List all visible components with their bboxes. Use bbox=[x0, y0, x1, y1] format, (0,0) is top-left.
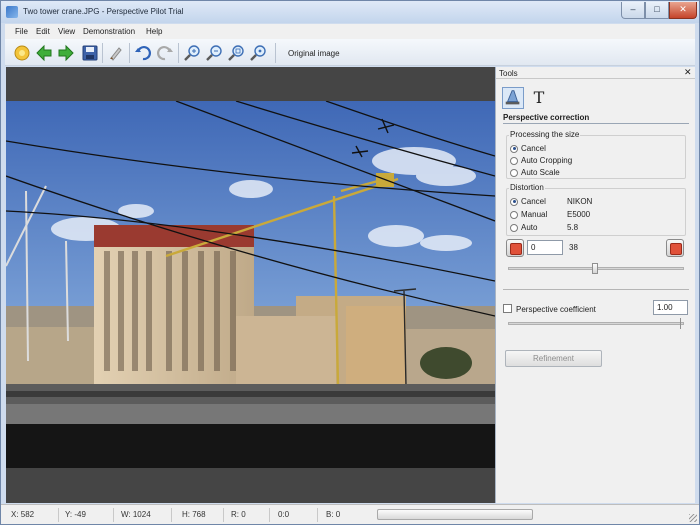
tools-title: Tools bbox=[499, 69, 518, 78]
radio-indicator bbox=[510, 197, 518, 206]
resize-grip-icon[interactable] bbox=[689, 514, 697, 522]
tools-close-icon[interactable]: ✕ bbox=[684, 67, 692, 78]
menu-file[interactable]: File bbox=[15, 27, 28, 36]
processing-size-label: Processing the size bbox=[509, 130, 581, 139]
status-b: B: 0 bbox=[326, 510, 341, 519]
status-y: Y: -49 bbox=[65, 510, 86, 519]
camera-make: NIKON bbox=[567, 197, 593, 206]
radio-indicator bbox=[510, 156, 518, 165]
slider-track bbox=[508, 322, 684, 325]
radio-indicator bbox=[510, 168, 518, 177]
zoom-actual-icon[interactable] bbox=[249, 44, 267, 62]
window-title: Two tower crane.JPG - Perspective Pilot … bbox=[23, 7, 184, 16]
distortion-increase-button[interactable] bbox=[666, 239, 684, 257]
app-window: Two tower crane.JPG - Perspective Pilot … bbox=[0, 0, 700, 525]
processing-auto-scale-radio[interactable]: Auto Scale bbox=[510, 168, 560, 178]
toolbar: Original image bbox=[5, 39, 695, 66]
zoom-out-icon[interactable] bbox=[205, 44, 223, 62]
perspective-coefficient-field[interactable]: 1.00 bbox=[653, 300, 688, 315]
distortion-manual-radio[interactable]: Manual bbox=[510, 210, 547, 220]
distortion-max-value: 38 bbox=[569, 243, 578, 252]
slider-thumb[interactable] bbox=[680, 318, 684, 329]
distortion-cancel-radio[interactable]: Cancel bbox=[510, 197, 546, 207]
original-image-button[interactable]: Original image bbox=[288, 49, 340, 58]
tools-header: Tools ✕ bbox=[496, 67, 695, 79]
processing-size-group: Processing the size Cancel Auto Cropping… bbox=[506, 130, 686, 179]
maximize-button[interactable]: □ bbox=[645, 2, 669, 19]
perspective-coefficient-checkbox[interactable] bbox=[503, 304, 512, 313]
tools-panel: Tools ✕ T Perspective correction Process… bbox=[495, 67, 695, 503]
zoom-fit-icon[interactable] bbox=[227, 44, 245, 62]
image-canvas[interactable] bbox=[6, 67, 495, 503]
status-width: W: 1024 bbox=[121, 510, 151, 519]
radio-label: Auto bbox=[521, 223, 538, 233]
save-icon[interactable] bbox=[81, 44, 99, 62]
radio-label: Auto Cropping bbox=[521, 156, 573, 166]
menu-view[interactable]: View bbox=[58, 27, 75, 36]
perspective-tool-tab[interactable] bbox=[502, 87, 524, 109]
status-separator bbox=[317, 508, 318, 522]
radio-label: Cancel bbox=[521, 197, 546, 207]
menu-help[interactable]: Help bbox=[146, 27, 162, 36]
toolbar-separator bbox=[178, 43, 179, 63]
camera-model: E5000 bbox=[567, 210, 591, 219]
processing-auto-cropping-radio[interactable]: Auto Cropping bbox=[510, 156, 572, 166]
app-icon bbox=[6, 6, 18, 18]
toolbar-separator bbox=[275, 43, 276, 63]
perspective-coefficient-slider[interactable] bbox=[508, 318, 684, 329]
status-separator bbox=[58, 508, 59, 522]
radio-label: Manual bbox=[521, 210, 548, 220]
title-bar[interactable]: Two tower crane.JPG - Perspective Pilot … bbox=[1, 1, 699, 23]
minimize-button[interactable]: – bbox=[621, 2, 645, 19]
refinement-button[interactable]: Refinement bbox=[505, 350, 602, 367]
distortion-auto-radio[interactable]: Auto bbox=[510, 223, 537, 233]
undo-icon[interactable] bbox=[134, 44, 152, 62]
status-separator bbox=[223, 508, 224, 522]
distortion-decrease-button[interactable] bbox=[506, 239, 524, 257]
menu-edit[interactable]: Edit bbox=[36, 27, 50, 36]
radio-indicator bbox=[510, 223, 518, 232]
section-title: Perspective correction bbox=[503, 113, 590, 122]
radio-label: Cancel bbox=[521, 144, 546, 154]
focal-length: 5.8 bbox=[567, 223, 579, 232]
horizontal-scrollbar[interactable] bbox=[377, 509, 533, 520]
slider-thumb[interactable] bbox=[592, 263, 598, 274]
status-separator bbox=[113, 508, 114, 522]
status-separator bbox=[171, 508, 172, 522]
status-r: R: 0 bbox=[231, 510, 246, 519]
section-divider bbox=[503, 123, 689, 124]
distortion-label: Distortion bbox=[509, 183, 545, 192]
open-file-icon[interactable] bbox=[13, 44, 31, 62]
distortion-value-field[interactable]: 0 bbox=[527, 240, 563, 255]
menu-bar: File Edit View Demonstration Help bbox=[5, 24, 695, 39]
photo-preview bbox=[6, 101, 495, 468]
processing-cancel-radio[interactable]: Cancel bbox=[510, 144, 546, 154]
close-button[interactable]: ✕ bbox=[669, 2, 697, 19]
brush-icon[interactable] bbox=[107, 44, 125, 62]
radio-indicator bbox=[510, 144, 518, 153]
distortion-slider[interactable] bbox=[508, 263, 684, 274]
radio-indicator bbox=[510, 210, 518, 219]
text-tool-tab[interactable]: T bbox=[528, 87, 550, 109]
status-height: H: 768 bbox=[182, 510, 206, 519]
status-separator bbox=[269, 508, 270, 522]
status-x: X: 582 bbox=[11, 510, 35, 519]
forward-arrow-icon[interactable] bbox=[57, 44, 75, 62]
back-arrow-icon[interactable] bbox=[35, 44, 53, 62]
menu-demonstration[interactable]: Demonstration bbox=[83, 27, 135, 36]
status-ratio: 0:0 bbox=[278, 510, 290, 519]
toolbar-separator bbox=[102, 43, 103, 63]
redo-icon[interactable] bbox=[156, 44, 174, 62]
perspective-coefficient-label: Perspective coefficient bbox=[516, 305, 596, 314]
status-bar: X: 582 Y: -49 W: 1024 H: 768 R: 0 0:0 B:… bbox=[1, 504, 699, 524]
radio-label: Auto Scale bbox=[521, 168, 560, 178]
panel-divider bbox=[503, 289, 689, 290]
distortion-group: Distortion Cancel Manual Auto NIKON E500… bbox=[506, 183, 686, 236]
zoom-in-icon[interactable] bbox=[183, 44, 201, 62]
toolbar-separator bbox=[129, 43, 130, 63]
